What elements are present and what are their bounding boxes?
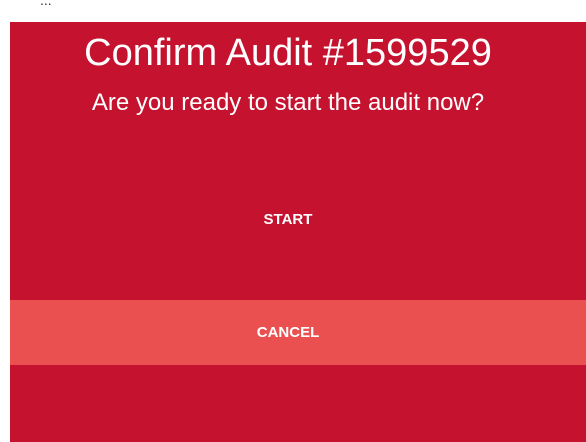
page: ... Confirm Audit #1599529 Are you ready… — [0, 0, 586, 442]
start-button[interactable]: START — [10, 188, 586, 252]
dialog-question: Are you ready to start the audit now? — [91, 89, 485, 116]
confirm-audit-dialog: Confirm Audit #1599529 Are you ready to … — [10, 22, 586, 442]
background-page-strip: ... — [0, 0, 586, 22]
background-page-text: ... — [40, 0, 52, 8]
cancel-button[interactable]: CANCEL — [10, 300, 586, 365]
dialog-title: Confirm Audit #1599529 — [84, 32, 492, 74]
